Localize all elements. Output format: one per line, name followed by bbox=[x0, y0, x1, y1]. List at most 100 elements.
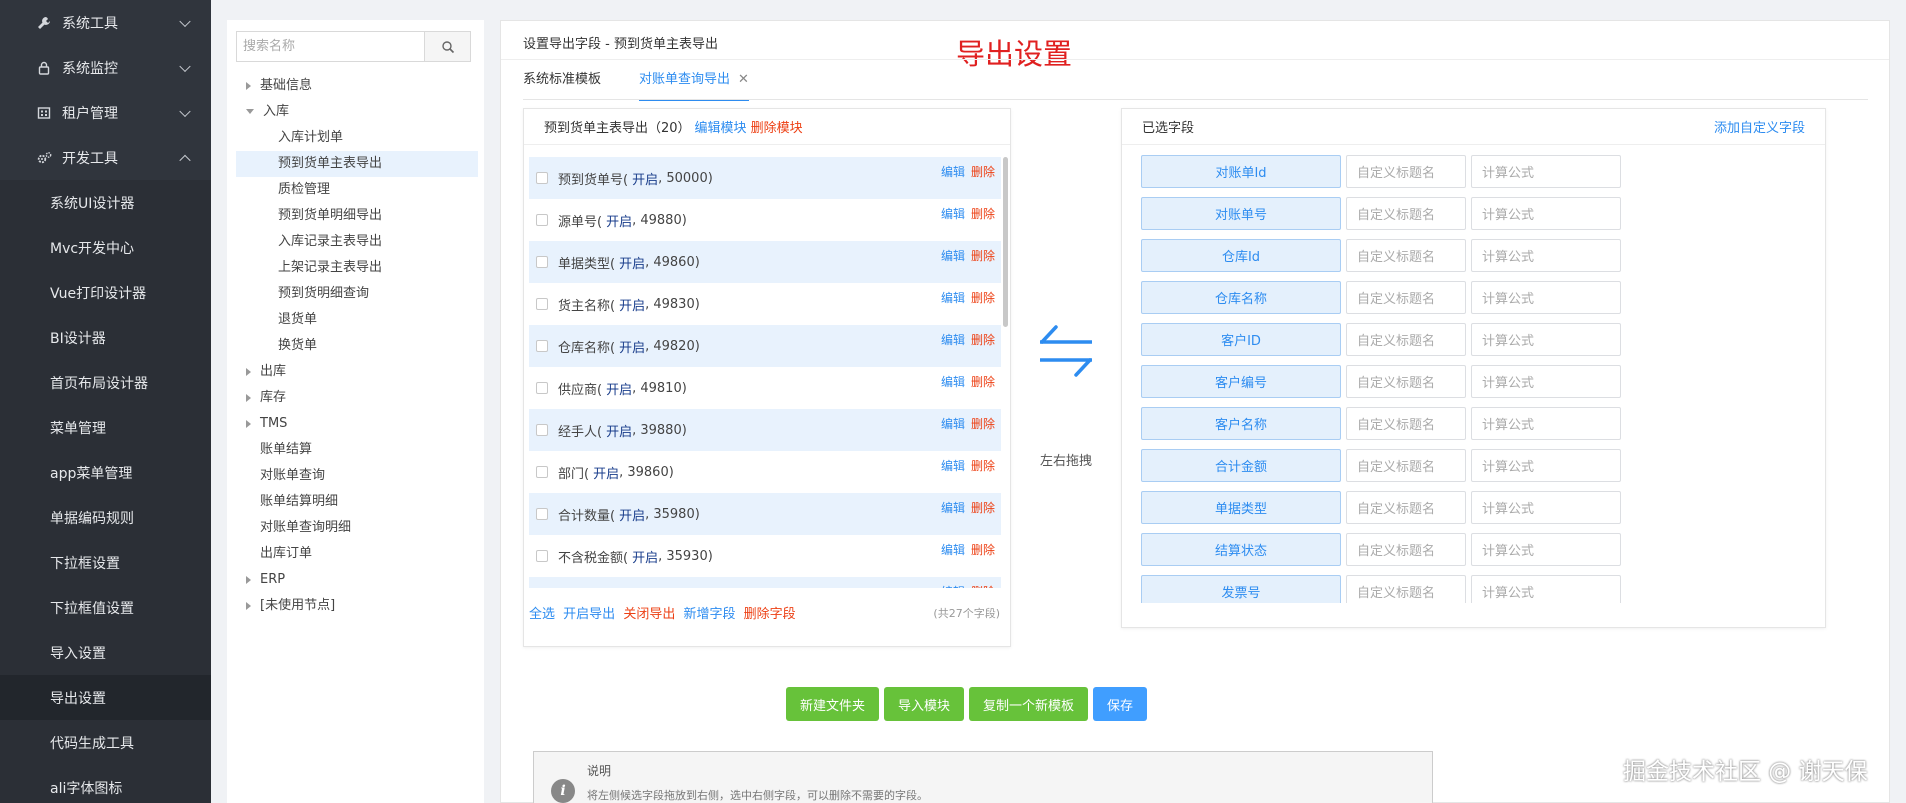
formula-input[interactable]: 计算公式 bbox=[1471, 155, 1621, 188]
sidebar-item-dropdown-settings[interactable]: 下拉框设置 bbox=[0, 540, 211, 585]
candidate-field-row[interactable]: 合计数量(开启, 35980) 编辑 删除 bbox=[529, 493, 1001, 535]
custom-title-input[interactable]: 自定义标题名 bbox=[1346, 197, 1466, 230]
edit-link[interactable]: 编辑 bbox=[941, 585, 965, 588]
add-field-link[interactable]: 新增字段 bbox=[683, 607, 735, 622]
tree-node[interactable]: TMS bbox=[236, 411, 478, 437]
candidate-field-row[interactable]: 单据类型(开启, 49860) 编辑 删除 bbox=[529, 241, 1001, 283]
field-checkbox[interactable] bbox=[536, 214, 548, 226]
candidate-field-row[interactable]: 不含税金额(开启, 35930) 编辑 删除 bbox=[529, 535, 1001, 577]
selected-field-chip[interactable]: 客户编号 bbox=[1141, 365, 1341, 398]
sidebar-item-system-monitor[interactable]: 系统监控 bbox=[0, 45, 211, 90]
caret-right-icon[interactable] bbox=[246, 393, 251, 402]
selected-field-chip[interactable]: 客户名称 bbox=[1141, 407, 1341, 440]
tree-leaf[interactable]: 换货单 bbox=[236, 333, 478, 359]
sidebar-item-import-settings[interactable]: 导入设置 bbox=[0, 630, 211, 675]
formula-input[interactable]: 计算公式 bbox=[1471, 365, 1621, 398]
scrollbar[interactable] bbox=[1003, 157, 1008, 327]
sidebar-item-code-rules[interactable]: 单据编码规则 bbox=[0, 495, 211, 540]
delete-link[interactable]: 删除 bbox=[971, 291, 995, 305]
field-checkbox[interactable] bbox=[536, 508, 548, 520]
selected-field-chip[interactable]: 对账单Id bbox=[1141, 155, 1341, 188]
field-checkbox[interactable] bbox=[536, 424, 548, 436]
candidate-field-row[interactable]: 源单号(开启, 49880) 编辑 删除 bbox=[529, 199, 1001, 241]
delete-link[interactable]: 删除 bbox=[971, 501, 995, 515]
field-checkbox[interactable] bbox=[536, 466, 548, 478]
tree-node[interactable]: 出库 bbox=[236, 359, 478, 385]
enable-export-link[interactable]: 开启导出 bbox=[563, 607, 615, 622]
selected-field-chip[interactable]: 结算状态 bbox=[1141, 533, 1341, 566]
caret-right-icon[interactable] bbox=[246, 367, 251, 376]
field-checkbox[interactable] bbox=[536, 172, 548, 184]
delete-link[interactable]: 删除 bbox=[971, 333, 995, 347]
tree-node[interactable]: 对账单查询明细 bbox=[236, 515, 478, 541]
delete-link[interactable]: 删除 bbox=[971, 207, 995, 221]
tree-node[interactable]: [未使用节点] bbox=[236, 593, 478, 619]
candidate-field-row[interactable]: 预到货单号(开启, 50000) 编辑 删除 bbox=[529, 157, 1001, 199]
formula-input[interactable]: 计算公式 bbox=[1471, 491, 1621, 524]
delete-link[interactable]: 删除 bbox=[971, 585, 995, 588]
formula-input[interactable]: 计算公式 bbox=[1471, 533, 1621, 566]
edit-link[interactable]: 编辑 bbox=[941, 333, 965, 347]
selected-field-chip[interactable]: 仓库名称 bbox=[1141, 281, 1341, 314]
formula-input[interactable]: 计算公式 bbox=[1471, 323, 1621, 356]
selected-field-chip[interactable]: 合计金额 bbox=[1141, 449, 1341, 482]
custom-title-input[interactable]: 自定义标题名 bbox=[1346, 575, 1466, 603]
add-custom-field-link[interactable]: 添加自定义字段 bbox=[1714, 117, 1805, 136]
formula-input[interactable]: 计算公式 bbox=[1471, 575, 1621, 603]
edit-module-link[interactable]: 编辑模块 bbox=[695, 117, 747, 136]
caret-right-icon[interactable] bbox=[246, 601, 251, 610]
sidebar-item-app-menu[interactable]: app菜单管理 bbox=[0, 450, 211, 495]
caret-right-icon[interactable] bbox=[246, 575, 251, 584]
field-checkbox[interactable] bbox=[536, 382, 548, 394]
tree-leaf[interactable]: 上架记录主表导出 bbox=[236, 255, 478, 281]
caret-down-icon[interactable] bbox=[246, 109, 254, 114]
tree-node[interactable]: ERP bbox=[236, 567, 478, 593]
sidebar-item-ui-designer[interactable]: 系统UI设计器 bbox=[0, 180, 211, 225]
formula-input[interactable]: 计算公式 bbox=[1471, 449, 1621, 482]
save-button[interactable]: 保存 bbox=[1093, 687, 1148, 721]
tree-node[interactable]: 账单结算 bbox=[236, 437, 478, 463]
tree-leaf[interactable]: 退货单 bbox=[236, 307, 478, 333]
formula-input[interactable]: 计算公式 bbox=[1471, 239, 1621, 272]
sidebar-item-ali-icons[interactable]: ali字体图标 bbox=[0, 765, 211, 803]
edit-link[interactable]: 编辑 bbox=[941, 459, 965, 473]
custom-title-input[interactable]: 自定义标题名 bbox=[1346, 533, 1466, 566]
selected-field-chip[interactable]: 发票号 bbox=[1141, 575, 1341, 603]
edit-link[interactable]: 编辑 bbox=[941, 501, 965, 515]
delete-link[interactable]: 删除 bbox=[971, 165, 995, 179]
selected-field-chip[interactable]: 单据类型 bbox=[1141, 491, 1341, 524]
sidebar-item-dropdown-values[interactable]: 下拉框值设置 bbox=[0, 585, 211, 630]
tree-leaf[interactable]: 入库记录主表导出 bbox=[236, 229, 478, 255]
selected-field-chip[interactable]: 仓库Id bbox=[1141, 239, 1341, 272]
candidate-field-row[interactable]: 货主名称(开启, 49830) 编辑 删除 bbox=[529, 283, 1001, 325]
tree-leaf[interactable]: 入库计划单 bbox=[236, 125, 478, 151]
field-checkbox[interactable] bbox=[536, 298, 548, 310]
delete-link[interactable]: 删除 bbox=[971, 459, 995, 473]
custom-title-input[interactable]: 自定义标题名 bbox=[1346, 407, 1466, 440]
select-all-link[interactable]: 全选 bbox=[529, 607, 555, 622]
candidate-field-row[interactable]: 仓库名称(开启, 49820) 编辑 删除 bbox=[529, 325, 1001, 367]
delete-link[interactable]: 删除 bbox=[971, 543, 995, 557]
custom-title-input[interactable]: 自定义标题名 bbox=[1346, 491, 1466, 524]
formula-input[interactable]: 计算公式 bbox=[1471, 281, 1621, 314]
sidebar-item-codegen[interactable]: 代码生成工具 bbox=[0, 720, 211, 765]
selected-field-chip[interactable]: 对账单号 bbox=[1141, 197, 1341, 230]
candidate-field-row[interactable]: 供应商(开启, 49810) 编辑 删除 bbox=[529, 367, 1001, 409]
tree-node[interactable]: 入库 bbox=[236, 99, 478, 125]
sidebar-item-home-layout[interactable]: 首页布局设计器 bbox=[0, 360, 211, 405]
tree-node[interactable]: 对账单查询 bbox=[236, 463, 478, 489]
field-checkbox[interactable] bbox=[536, 256, 548, 268]
field-checkbox[interactable] bbox=[536, 340, 548, 352]
tree-leaf[interactable]: 预到货单明细导出 bbox=[236, 203, 478, 229]
sidebar-item-dev-tools[interactable]: 开发工具 bbox=[0, 135, 211, 180]
sidebar-item-tenant[interactable]: 租户管理 bbox=[0, 90, 211, 135]
custom-title-input[interactable]: 自定义标题名 bbox=[1346, 323, 1466, 356]
tree-node[interactable]: 基础信息 bbox=[236, 73, 478, 99]
custom-title-input[interactable]: 自定义标题名 bbox=[1346, 449, 1466, 482]
caret-right-icon[interactable] bbox=[246, 419, 251, 428]
candidate-field-row[interactable]: 含税合计金额(开启, 35900)编辑删除 bbox=[529, 577, 1001, 588]
delete-module-link[interactable]: 删除模块 bbox=[751, 117, 803, 136]
delete-link[interactable]: 删除 bbox=[971, 417, 995, 431]
delete-link[interactable]: 删除 bbox=[971, 249, 995, 263]
search-input[interactable] bbox=[237, 32, 424, 61]
